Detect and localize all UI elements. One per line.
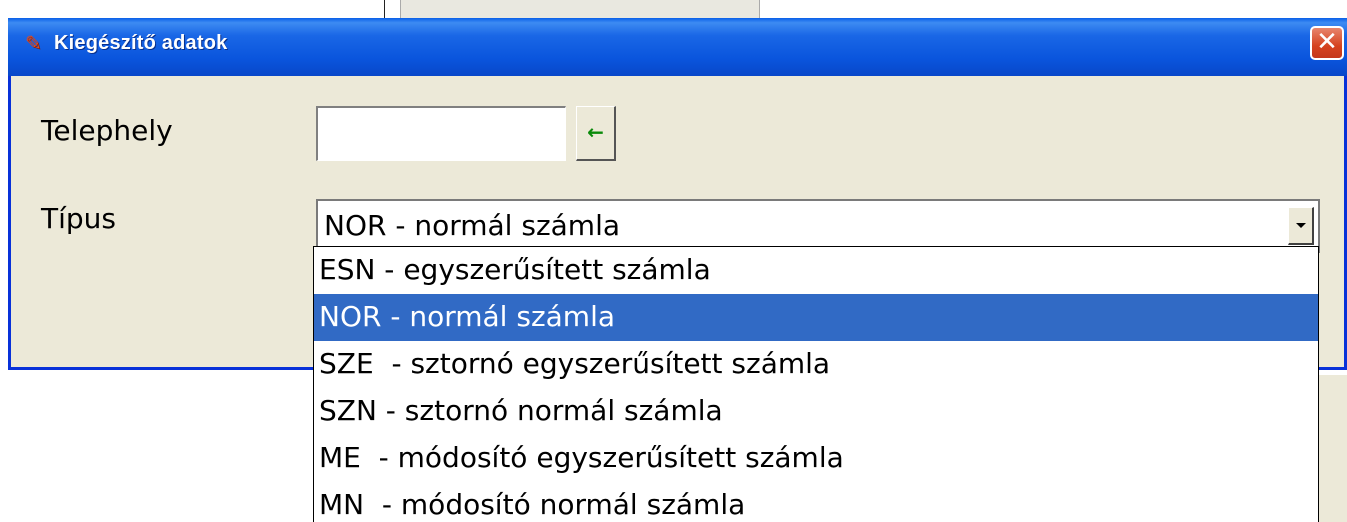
close-button[interactable]: ✕ bbox=[1310, 26, 1344, 60]
tipus-label: Típus bbox=[41, 202, 116, 235]
background-panel bbox=[400, 0, 760, 18]
tipus-dropdown-list: ESN - egyszerűsített számla NOR - normál… bbox=[313, 246, 1319, 522]
telephely-label: Telephely bbox=[41, 114, 173, 147]
app-edit-icon: ✎ bbox=[25, 31, 42, 55]
dropdown-option-me[interactable]: ME - módosító egyszerűsített számla bbox=[314, 435, 1318, 482]
close-icon: ✕ bbox=[1316, 27, 1338, 57]
dropdown-option-sze[interactable]: SZE - sztornó egyszerűsített számla bbox=[314, 341, 1318, 388]
telephely-input[interactable] bbox=[316, 106, 566, 161]
dropdown-option-nor[interactable]: NOR - normál számla bbox=[314, 294, 1318, 341]
dialog-title: Kiegészítő adatok bbox=[54, 32, 228, 54]
dialog-titlebar[interactable]: ✎ Kiegészítő adatok ✕ bbox=[8, 18, 1347, 76]
tipus-combobox[interactable]: NOR - normál számla bbox=[316, 199, 1320, 253]
dropdown-arrow-icon[interactable] bbox=[1288, 207, 1314, 245]
tipus-selected-value: NOR - normál számla bbox=[324, 209, 621, 242]
dropdown-option-mn[interactable]: MN - módosító normál számla bbox=[314, 482, 1318, 522]
green-arrow-icon: ← bbox=[587, 120, 604, 144]
dropdown-option-esn[interactable]: ESN - egyszerűsített számla bbox=[314, 247, 1318, 294]
background-divider bbox=[384, 0, 385, 18]
dropdown-option-szn[interactable]: SZN - sztornó normál számla bbox=[314, 388, 1318, 435]
telephely-pick-button[interactable]: ← bbox=[576, 106, 616, 161]
background-window-edge bbox=[1318, 375, 1347, 522]
